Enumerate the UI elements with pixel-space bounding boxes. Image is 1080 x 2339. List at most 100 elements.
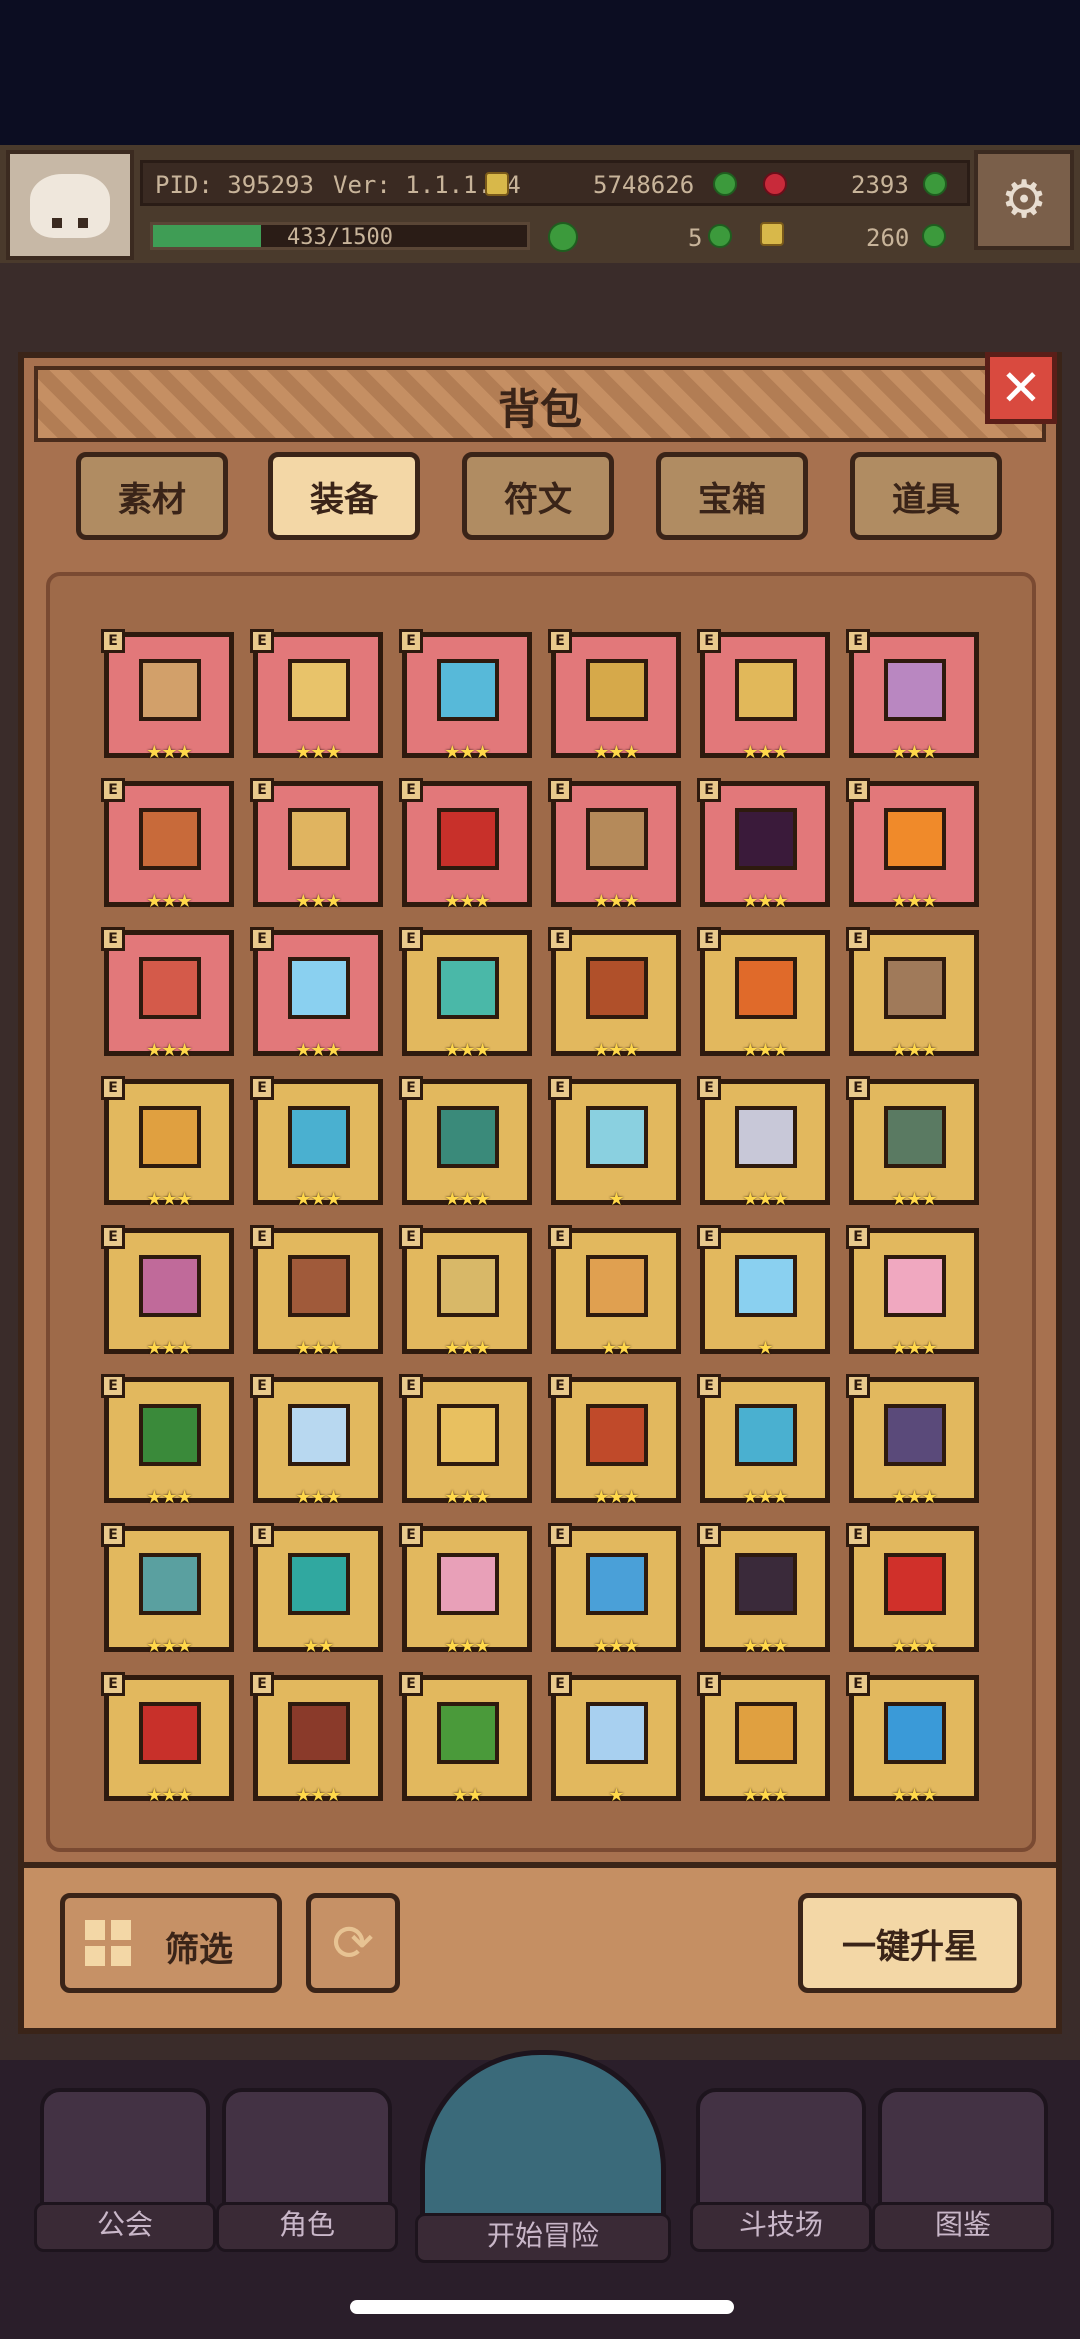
equipment-slot[interactable]: E ★★★ xyxy=(697,927,830,1061)
star-rating: ★★★ xyxy=(295,1785,341,1806)
equipment-icon xyxy=(586,1404,648,1466)
close-button[interactable]: ✕ xyxy=(985,352,1057,424)
star-rating: ★★★ xyxy=(593,891,639,912)
xp-bar: 433/1500 xyxy=(150,222,530,250)
equipment-slot[interactable]: E ★★★ xyxy=(697,778,830,912)
info-row: PID: 395293 Ver: 1.1.1.14 5748626 2393 xyxy=(140,160,970,206)
equipment-slot[interactable]: E ★★★ xyxy=(101,1523,234,1657)
equipment-slot[interactable]: E ★★★ xyxy=(846,1523,979,1657)
equipment-slot[interactable]: E ★★★ xyxy=(101,1672,234,1806)
equipment-slot[interactable]: E ★★★ xyxy=(697,1374,830,1508)
nav-adventure-label: 开始冒险 xyxy=(415,2213,671,2263)
nav-codex[interactable]: 图鉴 xyxy=(872,2088,1054,2252)
gold-add-icon[interactable] xyxy=(713,172,737,196)
equipment-tag: E xyxy=(548,1672,572,1696)
equipment-slot[interactable]: E ★ xyxy=(697,1225,830,1359)
equipment-slot[interactable]: E ★★★ xyxy=(548,778,681,912)
equipment-icon xyxy=(139,1255,201,1317)
star-rating: ★★★ xyxy=(295,1338,341,1359)
equipment-slot[interactable]: E ★★★ xyxy=(250,1225,383,1359)
grid-icon xyxy=(85,1920,133,1968)
equipment-slot[interactable]: E ★★★ xyxy=(846,629,979,763)
equipment-slot[interactable]: E ★★★ xyxy=(548,927,681,1061)
equipment-slot[interactable]: E ★★★ xyxy=(846,927,979,1061)
key-add-icon[interactable] xyxy=(922,224,946,248)
equipment-slot[interactable]: E ★★★ xyxy=(250,1374,383,1508)
player-avatar[interactable] xyxy=(6,150,134,260)
equipment-slot[interactable]: E ★ xyxy=(548,1672,681,1806)
equipment-slot[interactable]: E ★★★ xyxy=(399,1225,532,1359)
star-rating: ★ xyxy=(608,1189,624,1210)
equipment-slot[interactable]: E ★★★ xyxy=(697,1672,830,1806)
equipment-slot[interactable]: E ★★★ xyxy=(846,778,979,912)
equipment-tag: E xyxy=(548,1523,572,1547)
clover-icon xyxy=(548,222,578,252)
tab-0[interactable]: 素材 xyxy=(76,452,228,540)
equipment-slot[interactable]: E ★★★ xyxy=(399,778,532,912)
equipment-tag: E xyxy=(101,1076,125,1100)
equipment-slot[interactable]: E ★★★ xyxy=(399,927,532,1061)
nav-guild[interactable]: 公会 xyxy=(34,2088,216,2252)
filter-button[interactable]: 筛选 xyxy=(60,1893,282,1993)
clover-add-icon[interactable] xyxy=(708,224,732,248)
equipment-slot[interactable]: E ★★ xyxy=(399,1672,532,1806)
equipment-tag: E xyxy=(846,1523,870,1547)
equipment-slot[interactable]: E ★★★ xyxy=(697,629,830,763)
equipment-slot[interactable]: E ★★★ xyxy=(250,778,383,912)
equipment-icon xyxy=(437,957,499,1019)
equipment-slot[interactable]: E ★★★ xyxy=(250,927,383,1061)
equipment-slot[interactable]: E ★★★ xyxy=(846,1076,979,1210)
equipment-icon xyxy=(288,808,350,870)
tab-3[interactable]: 宝箱 xyxy=(656,452,808,540)
equipment-slot[interactable]: E ★★★ xyxy=(548,1523,681,1657)
tab-2[interactable]: 符文 xyxy=(462,452,614,540)
nav-arena[interactable]: 斗技场 xyxy=(690,2088,872,2252)
equipment-tag: E xyxy=(697,1374,721,1398)
equipment-slot[interactable]: E ★★★ xyxy=(250,1076,383,1210)
star-up-all-button[interactable]: 一键升星 xyxy=(798,1893,1022,1993)
equipment-tag: E xyxy=(846,778,870,802)
equipment-slot[interactable]: E ★★★ xyxy=(101,1374,234,1508)
equipment-slot[interactable]: E ★★★ xyxy=(399,629,532,763)
equipment-tag: E xyxy=(846,927,870,951)
nav-character[interactable]: 角色 xyxy=(216,2088,398,2252)
equipment-slot[interactable]: E ★★★ xyxy=(846,1225,979,1359)
star-rating: ★ xyxy=(608,1785,624,1806)
equipment-slot[interactable]: E ★★★ xyxy=(399,1374,532,1508)
ruby-add-icon[interactable] xyxy=(923,172,947,196)
equipment-slot[interactable]: E ★★★ xyxy=(846,1374,979,1508)
equipment-icon xyxy=(139,659,201,721)
home-indicator xyxy=(350,2300,734,2314)
equipment-icon xyxy=(586,1702,648,1764)
equipment-slot[interactable]: E ★★★ xyxy=(101,927,234,1061)
equipment-slot[interactable]: E ★★ xyxy=(548,1225,681,1359)
equipment-slot[interactable]: E ★★★ xyxy=(101,1076,234,1210)
equipment-tag: E xyxy=(697,1523,721,1547)
equipment-slot[interactable]: E ★ xyxy=(548,1076,681,1210)
settings-gear-button[interactable]: ⚙ xyxy=(974,150,1074,250)
equipment-slot[interactable]: E ★★★ xyxy=(548,629,681,763)
equipment-icon xyxy=(139,1553,201,1615)
equipment-icon xyxy=(139,1106,201,1168)
tab-1[interactable]: 装备 xyxy=(268,452,420,540)
equipment-tag: E xyxy=(101,1225,125,1249)
equipment-slot[interactable]: E ★★ xyxy=(250,1523,383,1657)
equipment-icon xyxy=(884,808,946,870)
equipment-slot[interactable]: E ★★★ xyxy=(250,629,383,763)
equipment-icon xyxy=(437,1702,499,1764)
equipment-slot[interactable]: E ★★★ xyxy=(250,1672,383,1806)
equipment-slot[interactable]: E ★★★ xyxy=(697,1076,830,1210)
equipment-slot[interactable]: E ★★★ xyxy=(846,1672,979,1806)
star-rating: ★★★ xyxy=(444,1487,490,1508)
equipment-slot[interactable]: E ★★★ xyxy=(548,1374,681,1508)
equipment-tag: E xyxy=(697,778,721,802)
item-grid xyxy=(46,572,1036,1852)
equipment-slot[interactable]: E ★★★ xyxy=(697,1523,830,1657)
equipment-slot[interactable]: E ★★★ xyxy=(399,1523,532,1657)
equipment-slot[interactable]: E ★★★ xyxy=(101,629,234,763)
equipment-slot[interactable]: E ★★★ xyxy=(101,1225,234,1359)
refresh-button[interactable]: ⟳ xyxy=(306,1893,400,1993)
equipment-slot[interactable]: E ★★★ xyxy=(399,1076,532,1210)
equipment-slot[interactable]: E ★★★ xyxy=(101,778,234,912)
tab-4[interactable]: 道具 xyxy=(850,452,1002,540)
